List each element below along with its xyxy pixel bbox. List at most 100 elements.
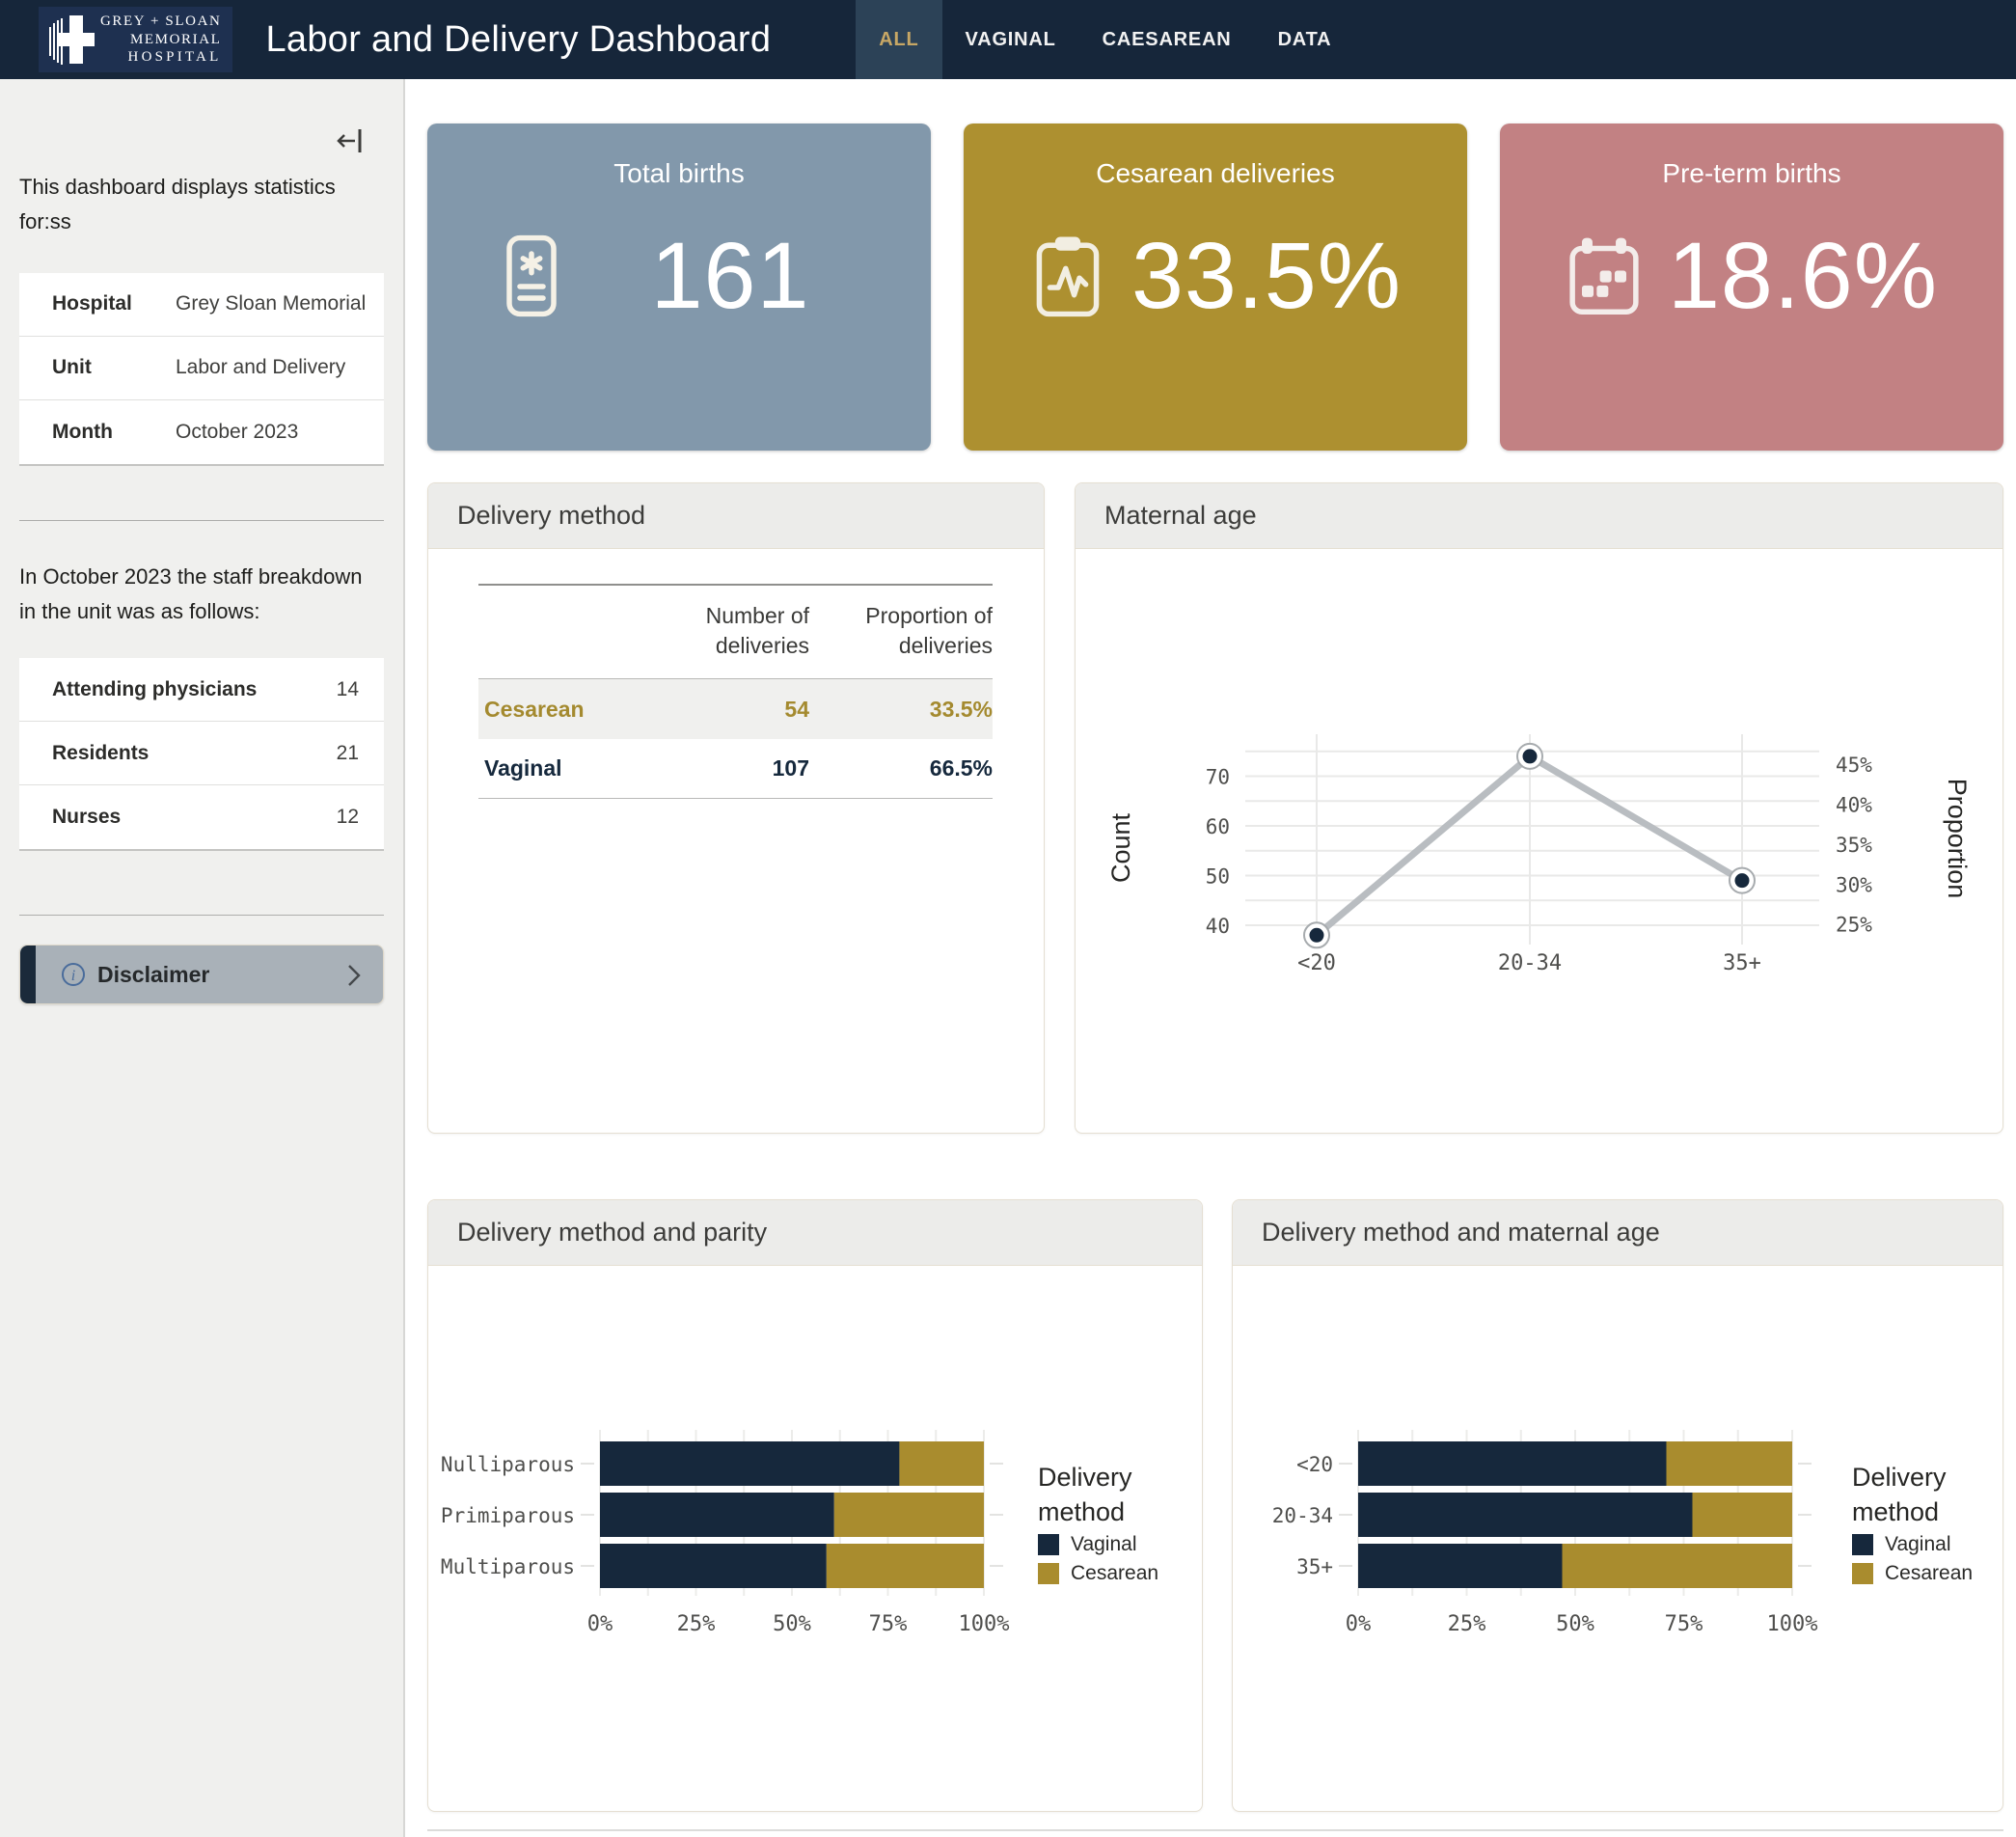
svg-text:method: method: [1852, 1497, 1939, 1526]
row-label: Vaginal: [478, 755, 626, 781]
svg-text:60: 60: [1206, 815, 1230, 838]
svg-text:<20: <20: [1296, 1453, 1333, 1476]
info-value: Grey Sloan Memorial: [176, 292, 366, 315]
svg-text:Primiparous: Primiparous: [441, 1504, 575, 1527]
maternal-age-line-chart: 4050607025%30%35%40%45%<2020-3435+CountP…: [1076, 549, 2002, 1132]
kpi-title: Total births: [427, 123, 931, 189]
kpi-preterm-births: Pre-term births 18.6%: [1500, 123, 2003, 451]
svg-text:Delivery: Delivery: [1852, 1463, 1947, 1492]
disclaimer-button[interactable]: i Disclaimer: [19, 945, 384, 1004]
delivery-method-card: Delivery method Number of deliveries Pro…: [427, 482, 1045, 1134]
nav-tabs: ALL VAGINAL CAESAREAN DATA: [856, 0, 1354, 79]
svg-text:Vaginal: Vaginal: [1071, 1533, 1137, 1555]
tab-vaginal[interactable]: VAGINAL: [942, 0, 1079, 79]
next-row-edge: [427, 1829, 2003, 1831]
svg-text:Vaginal: Vaginal: [1885, 1533, 1951, 1555]
age-method-stacked-bar-chart: <2020-3435+0%25%50%75%100%Deliverymethod…: [1233, 1266, 2002, 1810]
info-table: Hospital Grey Sloan Memorial Unit Labor …: [19, 273, 384, 466]
table-header-row: Number of deliveries Proportion of deliv…: [478, 584, 993, 679]
svg-text:35+: 35+: [1723, 951, 1761, 975]
staff-table: Attending physicians 14 Residents 21 Nur…: [19, 658, 384, 851]
deliveries-proportion: 33.5%: [809, 697, 993, 723]
info-label: Month: [52, 421, 176, 444]
staff-value: 14: [337, 678, 359, 701]
svg-text:Cesarean: Cesarean: [1071, 1562, 1158, 1584]
svg-text:Nulliparous: Nulliparous: [441, 1453, 575, 1476]
svg-text:100%: 100%: [1767, 1612, 1818, 1636]
svg-text:Delivery: Delivery: [1038, 1463, 1132, 1492]
svg-text:0%: 0%: [587, 1612, 613, 1636]
svg-text:40: 40: [1206, 915, 1230, 938]
hospital-logo-text: GREY + SLOAN MEMORIAL HOSPITAL: [100, 13, 221, 67]
top-navbar: GREY + SLOAN MEMORIAL HOSPITAL Labor and…: [0, 0, 2016, 79]
svg-text:i: i: [71, 968, 75, 984]
info-value: Labor and Delivery: [176, 356, 345, 379]
svg-text:Count: Count: [1106, 812, 1135, 883]
svg-text:20-34: 20-34: [1272, 1504, 1333, 1527]
svg-text:method: method: [1038, 1497, 1125, 1526]
svg-text:0%: 0%: [1346, 1612, 1372, 1636]
maternal-age-card: Maternal age 4050607025%30%35%40%45%<202…: [1075, 482, 2003, 1134]
chevron-right-icon: [344, 962, 364, 989]
table-row: Cesarean 54 33.5%: [478, 679, 993, 739]
info-icon: i: [61, 962, 86, 987]
hospital-cross-icon: [46, 12, 96, 68]
card-title: Delivery method: [428, 483, 1044, 549]
card-title: Maternal age: [1076, 483, 2002, 549]
staff-row-attendings: Attending physicians 14: [19, 658, 384, 722]
hospital-logo: GREY + SLOAN MEMORIAL HOSPITAL: [39, 7, 232, 72]
bottom-row: Delivery method and parity Nulliparous Pr…: [427, 1199, 2003, 1812]
info-row-unit: Unit Labor and Delivery: [19, 337, 384, 400]
kpi-total-births: Total births 161: [427, 123, 931, 451]
staff-value: 21: [337, 742, 359, 765]
deliveries-count: 107: [626, 755, 809, 781]
staff-label: Nurses: [52, 806, 337, 829]
svg-text:<20: <20: [1297, 951, 1336, 975]
clipboard-pulse-icon: [1023, 232, 1112, 320]
svg-text:40%: 40%: [1836, 793, 1872, 816]
staff-value: 12: [337, 806, 359, 829]
info-row-month: Month October 2023: [19, 400, 384, 464]
column-header: Number of deliveries: [626, 601, 809, 661]
staff-intro-text: In October 2023 the staff breakdown in t…: [19, 560, 384, 630]
disclaimer-label: Disclaimer: [97, 962, 209, 988]
svg-text:75%: 75%: [869, 1612, 908, 1636]
file-medical-icon: [487, 232, 576, 320]
tab-all[interactable]: ALL: [856, 0, 941, 79]
column-header: Proportion of deliveries: [809, 601, 993, 661]
tab-data[interactable]: DATA: [1255, 0, 1355, 79]
disclaimer-accent-bar: [20, 946, 36, 1003]
svg-text:75%: 75%: [1665, 1612, 1703, 1636]
svg-text:25%: 25%: [677, 1612, 716, 1636]
svg-text:70: 70: [1206, 766, 1230, 789]
sidebar-collapse-icon[interactable]: [334, 125, 365, 156]
table-row: Vaginal 107 66.5%: [478, 739, 993, 799]
sidebar-divider: [19, 520, 384, 521]
staff-label: Residents: [52, 742, 337, 765]
svg-text:50: 50: [1206, 865, 1230, 889]
tab-caesarean[interactable]: CAESAREAN: [1079, 0, 1255, 79]
svg-text:30%: 30%: [1836, 873, 1872, 896]
svg-text:50%: 50%: [1556, 1612, 1594, 1636]
row-label: Cesarean: [478, 697, 626, 723]
middle-row: Delivery method Number of deliveries Pro…: [427, 482, 2003, 1134]
staff-label: Attending physicians: [52, 678, 337, 701]
kpi-value: 161: [576, 222, 931, 330]
card-title: Delivery method and maternal age: [1233, 1200, 2002, 1266]
card-title: Delivery method and parity: [428, 1200, 1202, 1266]
sidebar-intro-text: This dashboard displays statistics for:s…: [19, 170, 384, 240]
kpi-value: 18.6%: [1648, 222, 2003, 330]
delivery-method-table: Number of deliveries Proportion of deliv…: [478, 584, 993, 799]
svg-text:25%: 25%: [1448, 1612, 1486, 1636]
main-content: Total births 161 Cesarean deliveries: [405, 79, 2016, 1837]
svg-text:100%: 100%: [959, 1612, 1010, 1636]
staff-row-nurses: Nurses 12: [19, 785, 384, 849]
calendar-icon: [1560, 232, 1648, 320]
parity-stacked-bar-chart: Nulliparous Primiparous Multiparous 0% 25% 50…: [428, 1266, 1201, 1810]
kpi-title: Pre-term births: [1500, 123, 2003, 189]
page-title: Labor and Delivery Dashboard: [265, 19, 771, 61]
svg-text:Multiparous: Multiparous: [441, 1555, 575, 1578]
svg-text:50%: 50%: [773, 1612, 811, 1636]
age-method-chart-card: Delivery method and maternal age <20 20-3…: [1232, 1199, 2003, 1812]
svg-text:45%: 45%: [1836, 754, 1872, 777]
